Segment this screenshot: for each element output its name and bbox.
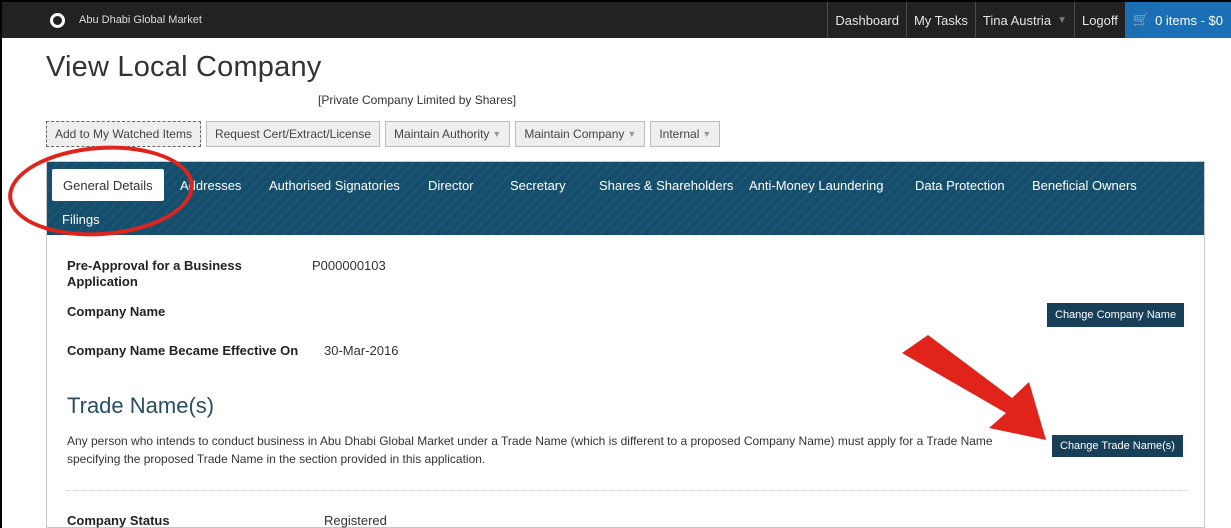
tab-bar: General Details Addresses Authorised Sig… [47, 162, 1204, 235]
preapproval-value: P000000103 [312, 258, 386, 273]
adgm-logo-icon [50, 12, 65, 28]
tab-beneficial-owners[interactable]: Beneficial Owners [1032, 169, 1137, 201]
top-navbar: Abu Dhabi Global Market Dashboard My Tas… [2, 2, 1231, 38]
nav-user-menu[interactable]: Tina Austria ▼ [974, 2, 1074, 38]
nav-cart[interactable]: 🛒 0 items - $0 [1124, 2, 1231, 38]
maintain-company-dropdown[interactable]: Maintain Company ▼ [515, 121, 646, 147]
tab-director[interactable]: Director [428, 169, 474, 201]
button-label: Maintain Authority [394, 127, 490, 141]
button-label: Maintain Company [524, 127, 625, 141]
brand-name: Abu Dhabi Global Market [79, 14, 202, 26]
internal-dropdown[interactable]: Internal ▼ [650, 121, 721, 147]
caret-down-icon: ▼ [492, 129, 502, 139]
caret-down-icon: ▼ [1057, 14, 1067, 26]
cart-icon: 🛒 [1132, 12, 1150, 27]
company-status-value: Registered [324, 513, 387, 528]
caret-down-icon: ▼ [627, 129, 637, 139]
company-status-label: Company Status [67, 513, 170, 528]
button-label: Internal [659, 127, 700, 141]
nav-logoff[interactable]: Logoff [1073, 2, 1125, 38]
tab-shares-shareholders[interactable]: Shares & Shareholders [599, 169, 733, 201]
tab-secretary[interactable]: Secretary [510, 169, 566, 201]
navbar-right: Dashboard My Tasks Tina Austria ▼ Logoff… [827, 2, 1231, 38]
effective-date-value: 30-Mar-2016 [324, 343, 399, 358]
add-to-watched-items-button[interactable]: Add to My Watched Items [46, 121, 201, 147]
tab-authorised-signatories[interactable]: Authorised Signatories [269, 169, 400, 201]
company-type: [Private Company Limited by Shares] [318, 93, 517, 107]
action-bar: Add to My Watched Items Request Cert/Ext… [46, 121, 725, 147]
section-divider [67, 490, 1187, 491]
change-company-name-button[interactable]: Change Company Name [1047, 303, 1185, 327]
preapproval-label: Pre-Approval for a Business Application [67, 258, 242, 289]
caret-down-icon: ▼ [702, 129, 712, 139]
change-trade-names-button[interactable]: Change Trade Name(s) [1052, 435, 1183, 457]
brand[interactable]: Abu Dhabi Global Market [50, 2, 202, 38]
button-label: Request Cert/Extract/License [214, 127, 372, 141]
cart-summary: 0 items - $0 [1155, 12, 1223, 28]
nav-my-tasks[interactable]: My Tasks [905, 2, 975, 38]
button-label: Add to My Watched Items [55, 127, 192, 141]
nav-dashboard[interactable]: Dashboard [827, 2, 906, 38]
page-title: View Local Company [46, 51, 322, 83]
tab-anti-money-laundering[interactable]: Anti-Money Laundering [749, 169, 883, 201]
tab-data-protection[interactable]: Data Protection [915, 169, 1005, 201]
effective-date-label: Company Name Became Effective On [67, 343, 299, 358]
request-cert-button[interactable]: Request Cert/Extract/License [205, 121, 381, 147]
maintain-authority-dropdown[interactable]: Maintain Authority ▼ [385, 121, 511, 147]
trade-names-description: Any person who intends to conduct busine… [67, 434, 993, 466]
company-name-label: Company Name [67, 304, 166, 319]
user-name: Tina Austria [982, 12, 1052, 28]
trade-names-heading: Trade Name(s) [67, 393, 215, 418]
